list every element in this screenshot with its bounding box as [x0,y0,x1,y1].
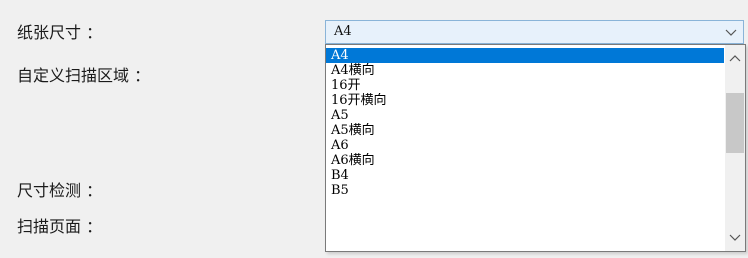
chevron-down-icon[interactable] [725,26,737,38]
paper-size-option[interactable]: 16开横向 [326,93,724,108]
chevron-up-icon[interactable] [729,53,741,65]
scan-pages-label: 扫描页面 ： [17,217,103,236]
paper-size-label: 纸张尺寸 ： [17,23,103,42]
paper-size-option[interactable]: A5 [326,108,724,123]
paper-size-selected-value: A4 [334,24,352,39]
paper-size-dropdown-list[interactable]: A4 A4横向 16开 16开横向 A5 A5横向 A6 A6横向 B4 B5 [325,44,746,252]
paper-size-option[interactable]: B5 [326,183,724,198]
dropdown-scrollbar[interactable] [725,45,745,251]
size-detection-label: 尺寸检测 ： [17,181,103,200]
paper-size-option[interactable]: A4 [326,48,724,63]
paper-size-option[interactable]: B4 [326,168,724,183]
scrollbar-thumb[interactable] [726,93,744,153]
paper-size-option[interactable]: A5横向 [326,123,724,138]
paper-size-option[interactable]: 16开 [326,78,724,93]
paper-size-options: A4 A4横向 16开 16开横向 A5 A5横向 A6 A6横向 B4 B5 [326,48,724,198]
paper-size-option[interactable]: A4横向 [326,63,724,78]
chevron-down-icon[interactable] [729,231,741,243]
paper-size-option[interactable]: A6横向 [326,153,724,168]
paper-size-combobox[interactable]: A4 [325,20,744,44]
custom-scan-area-label: 自定义扫描区域 ： [17,66,151,85]
paper-size-option[interactable]: A6 [326,138,724,153]
